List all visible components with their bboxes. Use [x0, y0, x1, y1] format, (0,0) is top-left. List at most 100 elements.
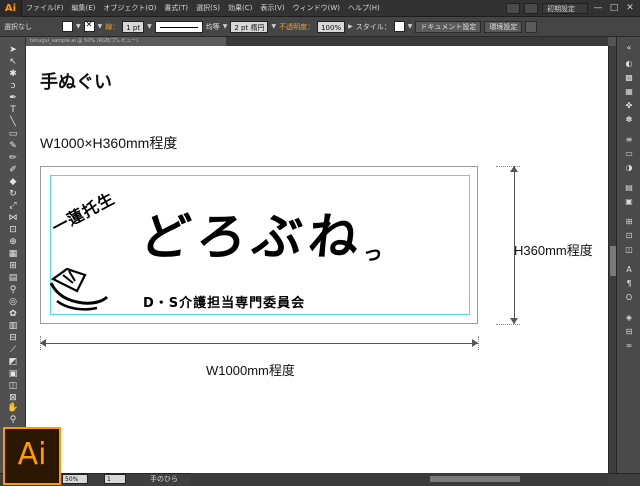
menu-file[interactable]: ファイル(F) — [22, 3, 68, 13]
free-transform-tool-icon[interactable]: ⊡ — [7, 225, 19, 236]
paragraph-icon[interactable]: ¶ — [624, 279, 634, 289]
symbol-sprayer-tool-icon[interactable]: ✿ — [7, 309, 19, 320]
swatches-icon[interactable]: ▦ — [624, 87, 634, 97]
tools-panel: ➤ ↖ ✱ ↄ ✒ T ╲ ▭ ✎ ✏ ✐ ◆ ↻ ⤢ ⋈ ⊡ ⊕ ▦ ⊞ ▤ … — [0, 37, 26, 463]
blend-tool-icon[interactable]: ◎ — [7, 297, 19, 308]
pen-tool-icon[interactable]: ✒ — [7, 93, 19, 104]
chevron-down-icon[interactable]: ▼ — [271, 23, 276, 30]
layers-icon[interactable]: ◈ — [624, 313, 634, 323]
width-tool-icon[interactable]: ⋈ — [7, 213, 19, 224]
chevron-down-icon[interactable]: ▼ — [223, 23, 228, 30]
appearance-icon[interactable]: ▤ — [624, 183, 634, 193]
minimize-icon[interactable]: — — [592, 3, 604, 13]
menu-help[interactable]: ヘルプ(H) — [344, 3, 384, 13]
stroke-profile-label: 均等 — [205, 22, 220, 31]
artboard-canvas[interactable]: 手ぬぐい W1000×H360mm程度 一蓮托生 どろぶねっ D・S介護担当専門… — [26, 46, 608, 473]
zoom-tool-icon[interactable]: ⚲ — [7, 415, 19, 426]
document-setup-button[interactable]: ドキュメント設定 — [415, 20, 482, 33]
gradient-panel-icon[interactable]: ▭ — [624, 149, 634, 159]
pencil-tool-icon[interactable]: ✏ — [7, 153, 19, 164]
character-icon[interactable]: A — [624, 265, 634, 275]
close-icon[interactable]: ✕ — [624, 3, 636, 13]
mesh-tool-icon[interactable]: ⊞ — [7, 261, 19, 272]
stroke-weight-field[interactable]: 1 pt — [122, 20, 145, 33]
stroke-panel-icon[interactable]: ≡ — [624, 135, 634, 145]
brush-definition-field[interactable]: 2 pt 楕円 — [230, 20, 269, 33]
vertical-scrollbar[interactable] — [608, 46, 616, 473]
maximize-icon[interactable]: □ — [608, 3, 620, 13]
opentype-icon[interactable]: O — [624, 293, 634, 303]
chevron-down-icon[interactable]: ▶ — [348, 23, 353, 30]
menu-view[interactable]: 表示(V) — [256, 3, 288, 13]
stroke-label[interactable]: 線： — [105, 22, 119, 32]
opacity-field[interactable]: 100% — [317, 20, 346, 33]
rectangle-tool-icon[interactable]: ▭ — [7, 129, 19, 140]
horizontal-scroll-thumb[interactable] — [430, 476, 520, 482]
column-graph-tool-icon[interactable]: ▥ — [7, 321, 19, 332]
design-organization: D・S介護担当専門委員会 — [143, 296, 306, 311]
shape-builder-tool-icon[interactable]: ⊕ — [7, 237, 19, 248]
menu-object[interactable]: オブジェクト(O) — [99, 3, 160, 13]
collapse-icon[interactable]: « — [624, 43, 634, 53]
menu-select[interactable]: 選択(S) — [192, 3, 224, 13]
zoom-field[interactable]: 50% — [62, 474, 88, 484]
current-tool-status: 手のひら — [150, 475, 178, 483]
blob-brush-tool-icon[interactable]: ✐ — [7, 165, 19, 176]
symbols-icon[interactable]: ✽ — [624, 115, 634, 125]
scale-tool-icon[interactable]: ⤢ — [7, 201, 19, 212]
fill-stroke-swatch-icon[interactable]: ◩ — [7, 357, 19, 368]
fill-swatch[interactable] — [62, 21, 73, 32]
workspace-switcher[interactable]: 初期設定 — [542, 2, 588, 14]
draw-mode-icon[interactable]: ◫ — [7, 381, 19, 392]
tenugui-design-frame[interactable]: 一蓮托生 どろぶねっ D・S介護担当専門委員会 — [40, 166, 478, 324]
artboard-tool-icon[interactable]: ⊟ — [7, 333, 19, 344]
line-tool-icon[interactable]: ╲ — [7, 117, 19, 128]
eyedropper-tool-icon[interactable]: ⚲ — [7, 285, 19, 296]
pathfinder-icon[interactable]: ◫ — [624, 245, 634, 255]
artboard-number-field[interactable]: 1 — [104, 474, 126, 484]
slice-tool-icon[interactable]: ⟋ — [7, 345, 19, 356]
stroke-swatch[interactable] — [83, 20, 95, 32]
document-tab[interactable]: tenugui_sample.ai @ 50% (RGB/プレビュー) — [26, 37, 226, 46]
menu-window[interactable]: ウィンドウ(W) — [289, 3, 344, 13]
artboards-icon[interactable]: ⊟ — [624, 327, 634, 337]
perspective-grid-tool-icon[interactable]: ▦ — [7, 249, 19, 260]
opacity-label[interactable]: 不透明度： — [279, 22, 314, 32]
graphic-style-swatch[interactable] — [393, 21, 405, 32]
lasso-tool-icon[interactable]: ↄ — [7, 81, 19, 92]
design-main-text: どろぶねっ — [137, 197, 389, 269]
chevron-down-icon[interactable]: ▼ — [408, 23, 413, 30]
menu-type[interactable]: 書式(T) — [160, 3, 192, 13]
transparency-icon[interactable]: ◑ — [624, 163, 634, 173]
magic-wand-tool-icon[interactable]: ✱ — [7, 69, 19, 80]
preferences-button[interactable]: 環境設定 — [484, 20, 523, 33]
chevron-down-icon[interactable]: ▼ — [98, 23, 103, 30]
direct-selection-tool-icon[interactable]: ↖ — [7, 57, 19, 68]
rotate-tool-icon[interactable]: ↻ — [7, 189, 19, 200]
selection-tool-icon[interactable]: ➤ — [7, 45, 19, 56]
color-guide-icon[interactable]: ▩ — [624, 73, 634, 83]
arrange-documents-icon[interactable] — [524, 2, 538, 14]
menu-effect[interactable]: 効果(C) — [224, 3, 256, 13]
bridge-icon[interactable] — [506, 2, 520, 14]
menu-edit[interactable]: 編集(E) — [68, 3, 100, 13]
color-mode-icon[interactable]: ▣ — [7, 369, 19, 380]
brushes-icon[interactable]: ✤ — [624, 101, 634, 111]
graphic-styles-icon[interactable]: ▣ — [624, 197, 634, 207]
panel-menu-icon[interactable] — [525, 20, 538, 33]
links-icon[interactable]: ∞ — [624, 341, 634, 351]
transform-icon[interactable]: ⊡ — [624, 231, 634, 241]
chevron-down-icon[interactable]: ▼ — [147, 23, 152, 30]
eraser-tool-icon[interactable]: ◆ — [7, 177, 19, 188]
app-logo-small: Ai — [0, 0, 22, 17]
horizontal-scrollbar[interactable] — [190, 473, 608, 486]
hand-tool-icon[interactable]: ✋ — [7, 403, 19, 414]
stroke-profile-preview[interactable] — [154, 20, 203, 33]
paintbrush-tool-icon[interactable]: ✎ — [7, 141, 19, 152]
color-panel-icon[interactable]: ◐ — [624, 59, 634, 69]
width-dimension-arrow — [40, 339, 478, 347]
chevron-down-icon[interactable]: ▼ — [76, 23, 81, 30]
align-icon[interactable]: ⊞ — [624, 217, 634, 227]
type-tool-icon[interactable]: T — [7, 105, 19, 116]
gradient-tool-icon[interactable]: ▤ — [7, 273, 19, 284]
